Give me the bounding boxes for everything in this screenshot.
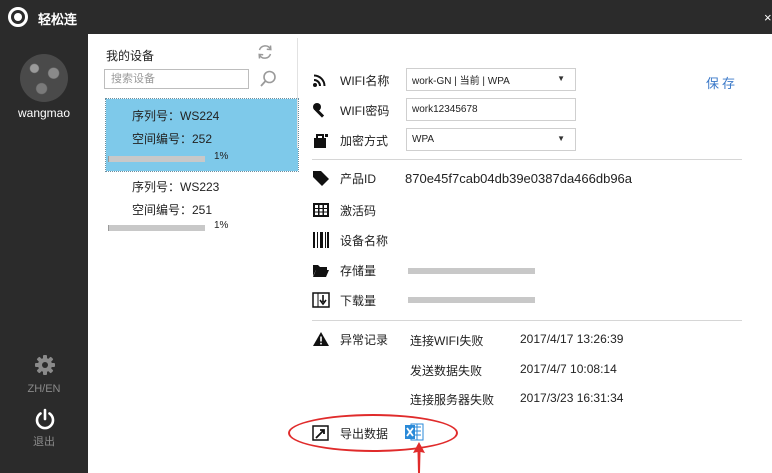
encryption-label: 加密方式 (340, 133, 389, 148)
wifi-name-select[interactable]: work-GN | 当前 | WPA ▼ (406, 68, 576, 91)
lock-icon (314, 134, 328, 148)
close-button[interactable]: × (764, 10, 772, 25)
download-bar (408, 297, 535, 303)
device-room: 空间编号：252 (132, 132, 213, 146)
username: wangmao (17, 106, 71, 120)
device-name-label: 设备名称 (340, 233, 389, 248)
encryption-select[interactable]: WPA ▼ (406, 128, 576, 151)
wifi-password-label: WIFI密码 (340, 103, 390, 118)
device-item-ws223[interactable]: 序列号：WS223 空间编号：251 1% (106, 170, 298, 242)
product-id-value: 870e45f7cab04db39e0387da466db96a (405, 171, 633, 186)
product-id-row: 产品ID (312, 168, 376, 188)
device-room: 空间编号：251 (132, 203, 213, 217)
app-logo-icon (8, 7, 28, 27)
warning-icon (313, 332, 329, 346)
grid-icon (313, 203, 329, 217)
activation-row: 激活码 (312, 200, 376, 220)
annotation-ellipse (288, 414, 458, 452)
wifi-name-row: WIFI名称 (312, 70, 389, 90)
dropdown-caret-icon: ▼ (557, 134, 565, 143)
language-toggle[interactable]: ZH/EN (0, 383, 88, 395)
refresh-icon[interactable] (256, 43, 274, 61)
device-serial: 序列号：WS223 (132, 180, 220, 194)
save-button[interactable]: 保存 (706, 73, 738, 92)
wifi-name-value: work-GN | 当前 | WPA (412, 76, 510, 87)
device-item-ws224[interactable]: 序列号：WS224 空间编号：252 1% (105, 98, 299, 172)
power-icon[interactable] (34, 408, 56, 430)
storage-label: 存储量 (340, 263, 377, 278)
error-time: 2017/3/23 16:31:34 (520, 391, 624, 405)
storage-row: 存储量 (312, 260, 376, 280)
left-sidebar: wangmao ZH/EN 退出 (0, 34, 88, 473)
device-progress-label: 1% (214, 151, 229, 162)
device-serial: 序列号：WS224 (132, 109, 220, 123)
settings-gear-icon[interactable] (34, 354, 56, 376)
folder-icon (313, 265, 329, 277)
error-time: 2017/4/7 10:08:14 (520, 362, 617, 376)
error-event: 连接服务器失败 (410, 393, 495, 407)
wifi-password-row: WIFI密码 (312, 100, 389, 120)
device-progress-bar (108, 225, 205, 231)
avatar[interactable] (20, 54, 68, 102)
download-label: 下载量 (340, 293, 377, 308)
panel-divider (297, 38, 298, 148)
key-icon (313, 103, 325, 118)
error-records-label: 异常记录 (340, 332, 389, 347)
title-bar: 轻松连 × (0, 0, 772, 34)
app-title: 轻松连 (38, 12, 78, 27)
barcode-icon (313, 232, 329, 248)
annotation-arrow-icon (413, 442, 425, 473)
wifi-name-label: WIFI名称 (340, 73, 390, 88)
device-search-input[interactable] (104, 69, 249, 89)
dropdown-caret-icon: ▼ (557, 74, 565, 83)
device-progress-bar (108, 156, 205, 162)
section-divider (312, 159, 742, 160)
device-list-title: 我的设备 (106, 49, 155, 63)
encryption-row: 加密方式 (312, 130, 388, 150)
download-row: 下载量 (312, 290, 376, 310)
download-icon (312, 292, 330, 308)
device-progress-label: 1% (214, 220, 229, 231)
activation-label: 激活码 (340, 203, 377, 218)
wifi-password-input[interactable]: work12345678 (406, 98, 576, 121)
error-records-row: 异常记录 (312, 329, 388, 349)
wifi-icon (313, 74, 326, 87)
product-id-label: 产品ID (340, 171, 377, 186)
tag-icon (313, 171, 329, 186)
error-time: 2017/4/17 13:26:39 (520, 332, 624, 346)
storage-bar (408, 268, 535, 274)
encryption-value: WPA (412, 134, 435, 145)
exit-button[interactable]: 退出 (0, 433, 88, 449)
error-event: 发送数据失败 (410, 364, 483, 378)
search-icon[interactable] (258, 69, 278, 89)
wifi-password-value: work12345678 (412, 104, 478, 115)
section-divider (312, 320, 742, 321)
error-event: 连接WIFI失败 (410, 334, 484, 348)
device-name-row: 设备名称 (312, 230, 388, 250)
